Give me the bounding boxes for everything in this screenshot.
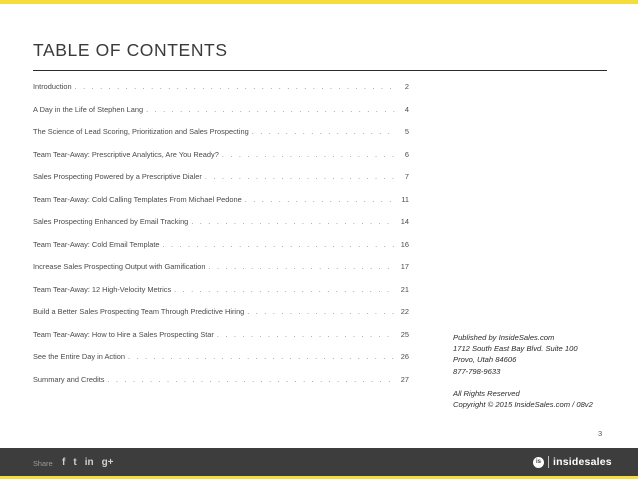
title-divider bbox=[33, 70, 607, 71]
toc-entry-title: Team Tear-Away: Cold Calling Templates F… bbox=[33, 194, 242, 204]
toc-dot-leader bbox=[107, 375, 396, 384]
toc-entry-title: Team Tear-Away: Cold Email Template bbox=[33, 239, 160, 249]
toc-entry-page: 25 bbox=[400, 329, 409, 339]
facebook-icon[interactable]: f bbox=[62, 456, 65, 470]
toc-dot-leader bbox=[217, 330, 396, 339]
toc-dot-leader bbox=[245, 195, 396, 204]
toc-entry[interactable]: Sales Prospecting Powered by a Prescript… bbox=[33, 172, 409, 195]
toc-dot-leader bbox=[75, 82, 396, 91]
toc-entry[interactable]: Team Tear-Away: Cold Calling Templates F… bbox=[33, 195, 409, 218]
toc-entry-title: Team Tear-Away: 12 High-Velocity Metrics bbox=[33, 284, 172, 294]
toc-entry-title: Team Tear-Away: Prescriptive Analytics, … bbox=[33, 149, 219, 159]
toc-dot-leader bbox=[128, 352, 396, 361]
toc-entry-page: 7 bbox=[404, 172, 409, 181]
toc-entry-title: Team Tear-Away: How to Hire a Sales Pros… bbox=[33, 329, 214, 339]
page-number: 3 bbox=[598, 429, 603, 438]
toc-entry-page: 11 bbox=[401, 194, 409, 204]
toc-dot-leader bbox=[146, 105, 396, 114]
toc-entry-title: A Day in the Life of Stephen Lang bbox=[33, 104, 144, 114]
toc-entry-page: 4 bbox=[404, 104, 409, 114]
published-by: Published by InsideSales.com bbox=[453, 333, 555, 342]
toc-dot-leader bbox=[209, 262, 396, 271]
toc-entry[interactable]: Sales Prospecting Enhanced by Email Trac… bbox=[33, 217, 409, 240]
toc-dot-leader bbox=[191, 217, 396, 226]
toc-entry-page: 26 bbox=[400, 352, 409, 361]
toc-entry-title: Sales Prospecting Enhanced by Email Trac… bbox=[33, 217, 189, 226]
toc-entry[interactable]: A Day in the Life of Stephen Lang 4 bbox=[33, 105, 409, 128]
toc-dot-leader bbox=[252, 127, 396, 136]
address-line-2: Provo, Utah 84606 bbox=[453, 355, 517, 365]
copyright-notice: Copyright © 2015 InsideSales.com / 08v2 bbox=[453, 400, 593, 410]
toc-entry[interactable]: The Science of Lead Scoring, Prioritizat… bbox=[33, 127, 409, 150]
toc-entry-page: 5 bbox=[404, 127, 409, 136]
toc-dot-leader bbox=[163, 240, 396, 249]
toc-entry-page: 6 bbox=[404, 149, 409, 159]
toc-entry-title: Build a Better Sales Prospecting Team Th… bbox=[33, 307, 245, 316]
top-accent-bar bbox=[0, 0, 638, 4]
toc-entry[interactable]: Introduction 2 bbox=[33, 82, 409, 105]
rights-statement: All Rights Reserved bbox=[453, 389, 520, 398]
toc-entry[interactable]: Team Tear-Away: How to Hire a Sales Pros… bbox=[33, 330, 409, 353]
twitter-icon[interactable]: t bbox=[73, 456, 76, 470]
toc-entry-title: Introduction bbox=[33, 82, 72, 91]
toc-entry-page: 27 bbox=[400, 374, 409, 384]
footer-bar: Share f t in g+ is insidesales bbox=[0, 448, 638, 479]
toc-dot-leader bbox=[205, 172, 396, 181]
linkedin-icon[interactable]: in bbox=[85, 456, 94, 470]
toc-dot-leader bbox=[247, 307, 396, 316]
toc-entry[interactable]: Summary and Credits 27 bbox=[33, 375, 409, 398]
address-line-1: 1712 South East Bay Blvd. Suite 100 bbox=[453, 344, 578, 354]
toc-entry-page: 14 bbox=[400, 217, 409, 226]
toc-entry-page: 16 bbox=[400, 239, 409, 249]
toc-entry-title: See the Entire Day in Action bbox=[33, 352, 126, 361]
toc-entry-page: 17 bbox=[400, 262, 409, 271]
table-of-contents: Introduction 2 A Day in the Life of Stephe… bbox=[33, 82, 409, 397]
brand-logo-icon: is bbox=[533, 456, 544, 468]
toc-entry-page: 22 bbox=[400, 307, 409, 316]
toc-entry[interactable]: Build a Better Sales Prospecting Team Th… bbox=[33, 307, 409, 330]
brand-divider bbox=[548, 456, 549, 468]
toc-dot-leader bbox=[222, 150, 396, 159]
toc-entry[interactable]: See the Entire Day in Action 26 bbox=[33, 352, 409, 375]
google-plus-icon[interactable]: g+ bbox=[102, 456, 114, 470]
brand[interactable]: is insidesales bbox=[533, 456, 612, 468]
toc-entry-title: Sales Prospecting Powered by a Prescript… bbox=[33, 172, 202, 181]
toc-entry-page: 21 bbox=[400, 284, 409, 294]
toc-dot-leader bbox=[174, 285, 396, 294]
toc-entry[interactable]: Team Tear-Away: Prescriptive Analytics, … bbox=[33, 150, 409, 173]
brand-name: insidesales bbox=[553, 456, 612, 468]
publisher-info: Published by InsideSales.com 1712 South … bbox=[453, 332, 623, 410]
toc-entry[interactable]: Team Tear-Away: Cold Email Template 16 bbox=[33, 240, 409, 263]
toc-entry-title: The Science of Lead Scoring, Prioritizat… bbox=[33, 127, 249, 136]
page-title: TABLE OF CONTENTS bbox=[33, 40, 228, 60]
social-links: f t in g+ bbox=[62, 456, 114, 470]
share-label: Share bbox=[33, 459, 53, 468]
toc-entry[interactable]: Team Tear-Away: 12 High-Velocity Metrics… bbox=[33, 285, 409, 308]
toc-entry-title: Increase Sales Prospecting Output with G… bbox=[33, 262, 206, 271]
phone-number: 877-798-9633 bbox=[453, 366, 501, 376]
toc-entry-title: Summary and Credits bbox=[33, 374, 105, 384]
toc-entry[interactable]: Increase Sales Prospecting Output with G… bbox=[33, 262, 409, 285]
toc-entry-page: 2 bbox=[404, 82, 409, 91]
